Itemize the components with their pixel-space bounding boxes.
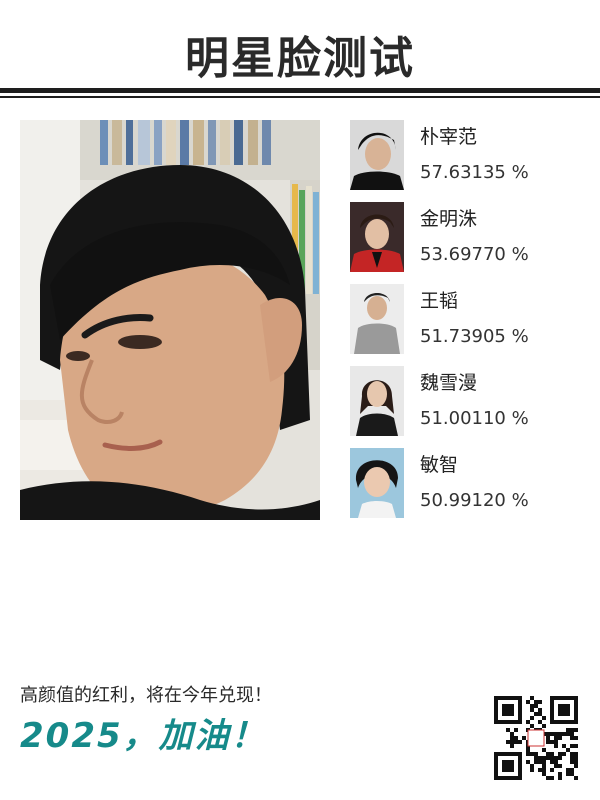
celebrity-name: 敏智 bbox=[420, 454, 459, 476]
celebrity-thumbnail bbox=[350, 120, 404, 190]
celebrity-thumbnail bbox=[350, 366, 404, 436]
similarity-score: 50.99120 % bbox=[420, 490, 529, 511]
celebrity-name: 朴宰范 bbox=[420, 126, 478, 148]
header-divider-thick bbox=[0, 88, 600, 93]
celebrity-name: 魏雪漫 bbox=[420, 372, 478, 394]
page-title: 明星脸测试 bbox=[185, 33, 415, 84]
celebrity-name: 金明洙 bbox=[420, 208, 478, 230]
match-item[interactable]: 朴宰范 57.63135 % bbox=[350, 120, 580, 190]
match-item[interactable]: 魏雪漫 51.00110 % bbox=[350, 366, 580, 436]
header-divider-thin bbox=[0, 96, 600, 98]
similarity-score: 57.63135 % bbox=[420, 162, 529, 183]
slogan-text: 高颜值的红利，将在今年兑现！ bbox=[20, 685, 272, 706]
cheer-text: 2025，加油！ bbox=[20, 716, 267, 756]
celebrity-name: 王韬 bbox=[420, 290, 459, 312]
user-photo bbox=[20, 120, 320, 520]
celebrity-thumbnail bbox=[350, 202, 404, 272]
qr-code[interactable] bbox=[494, 696, 578, 780]
celebrity-thumbnail bbox=[350, 448, 404, 518]
similarity-score: 51.00110 % bbox=[420, 408, 529, 429]
match-item[interactable]: 王韬 51.73905 % bbox=[350, 284, 580, 354]
match-item[interactable]: 敏智 50.99120 % bbox=[350, 448, 580, 518]
similarity-score: 53.69770 % bbox=[420, 244, 529, 265]
match-item[interactable]: 金明洙 53.69770 % bbox=[350, 202, 580, 272]
similarity-score: 51.73905 % bbox=[420, 326, 529, 347]
qr-code-icon bbox=[494, 696, 578, 780]
celebrity-thumbnail bbox=[350, 284, 404, 354]
